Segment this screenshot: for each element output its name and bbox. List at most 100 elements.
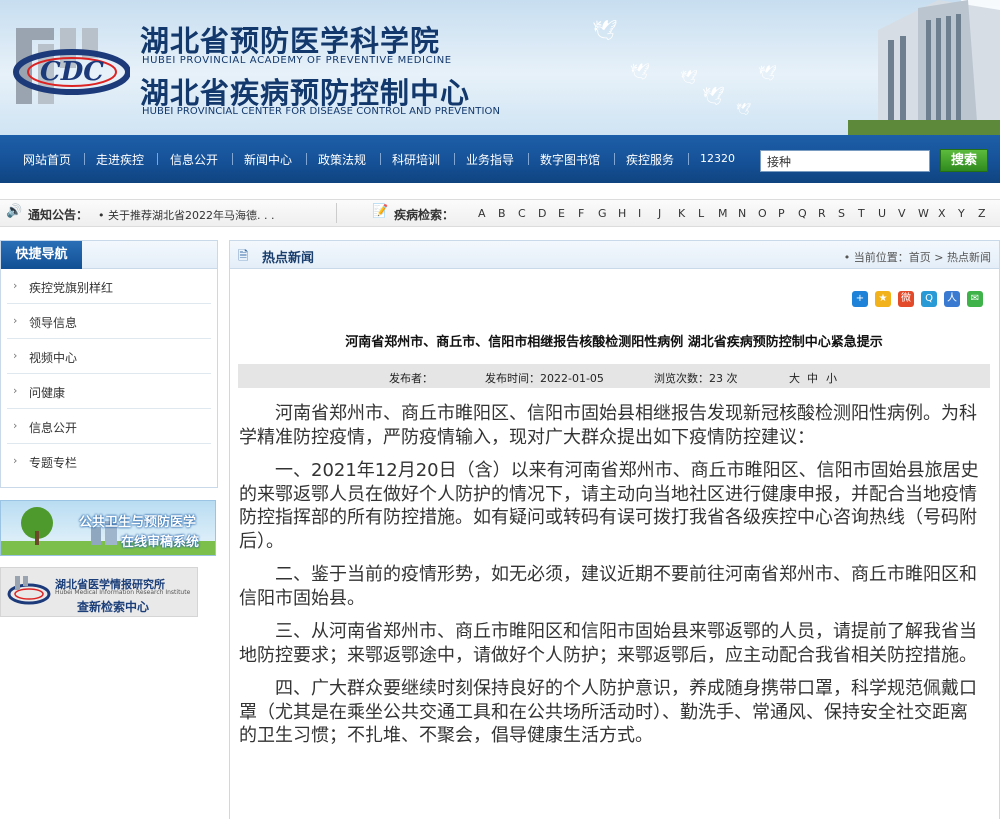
share-wechat-icon[interactable]: ✉ xyxy=(967,291,983,307)
meta-view-count: 浏览次数：23 次 xyxy=(654,372,738,385)
disease-search-label: 疾病检索： xyxy=(394,208,455,222)
letter-link[interactable]: Y xyxy=(958,207,978,220)
article-paragraph: 三、从河南省郑州市、商丘市睢阳区和信阳市固始县来鄂返鄂的人员，请提前了解我省当地… xyxy=(239,621,977,666)
nav-divider xyxy=(232,153,233,165)
nav-guidance[interactable]: 业务指导 xyxy=(466,151,514,168)
article-paragraph: 一、2021年12月20日（含）以来有河南省郑州市、商丘市睢阳区、信阳市固始县旅… xyxy=(239,460,979,552)
letter-link[interactable]: D xyxy=(538,207,558,220)
share-qzone-icon[interactable]: ★ xyxy=(875,291,891,307)
logo-text: CDC xyxy=(40,57,104,87)
dove-icon: 🕊 xyxy=(702,86,725,107)
letter-link[interactable]: A xyxy=(478,207,498,220)
letter-link[interactable]: C xyxy=(518,207,538,220)
notepad-icon: 📝 xyxy=(372,204,389,219)
document-icon: 🗎 xyxy=(238,249,249,264)
nav-home[interactable]: 网站首页 xyxy=(23,151,71,168)
chevron-right-icon: › xyxy=(13,279,18,292)
font-size-small[interactable]: 小 xyxy=(826,370,837,386)
notice-divider xyxy=(336,203,337,223)
nav-services[interactable]: 疾控服务 xyxy=(626,151,674,168)
letter-link[interactable]: R xyxy=(818,207,838,220)
letter-link[interactable]: F xyxy=(578,207,598,220)
font-size-medium[interactable]: 中 xyxy=(807,370,818,386)
letter-link[interactable]: L xyxy=(698,207,718,220)
letter-link[interactable]: G xyxy=(598,207,618,220)
sidebar-item-label: 视频中心 xyxy=(29,351,78,365)
nav-about[interactable]: 走进疾控 xyxy=(96,151,144,168)
share-tencent-icon[interactable]: Q xyxy=(921,291,937,307)
letter-link[interactable]: T xyxy=(858,207,878,220)
notice-link[interactable]: • 关于推荐湖北省2022年马海德. . . xyxy=(98,207,274,223)
nav-info-public[interactable]: 信息公开 xyxy=(170,151,218,168)
nav-12320[interactable]: 12320 xyxy=(700,152,735,165)
search-button[interactable]: 搜索 xyxy=(940,149,988,172)
letter-link[interactable]: S xyxy=(838,207,858,220)
sidebar-item-video[interactable]: › 视频中心 xyxy=(7,339,211,374)
sidebar-item-info-public[interactable]: › 信息公开 xyxy=(7,409,211,444)
institute-service: 查新检索中心 xyxy=(77,600,150,614)
speaker-icon: 🔊 xyxy=(6,204,23,219)
sidebar-item-party[interactable]: › 疾控党旗别样红 xyxy=(7,269,211,304)
title-en-cdc: HUBEI PROVINCIAL CENTER FOR DISEASE CONT… xyxy=(142,106,501,117)
quick-nav-panel: 快捷导航 › 疾控党旗别样红 › 领导信息 › 视频中心 › 问健康 › 信息公开 › 专题… xyxy=(0,240,218,488)
nav-divider xyxy=(306,153,307,165)
nav-policy[interactable]: 政策法规 xyxy=(318,151,366,168)
chevron-right-icon: › xyxy=(13,384,18,397)
article-title: 河南省郑州市、商丘市、信阳市相继报告核酸检测阳性病例 湖北省疾病预防控制中心紧急… xyxy=(345,335,883,350)
institute-name-en: Hubei Medical Information Research Insti… xyxy=(55,589,191,596)
banner-title: 公共卫生与预防医学 xyxy=(79,515,197,530)
font-size-large[interactable]: 大 xyxy=(789,370,800,386)
letter-link[interactable]: B xyxy=(498,207,518,220)
nav-divider xyxy=(84,153,85,165)
nav-digital-library[interactable]: 数字图书馆 xyxy=(540,151,600,168)
chevron-right-icon: › xyxy=(13,419,18,432)
sidebar-item-ask-health[interactable]: › 问健康 xyxy=(7,374,211,409)
letter-index: ABCDEFGHIJKLMNOPQRSTUVWXYZ xyxy=(478,207,998,220)
sidebar-item-label: 信息公开 xyxy=(29,421,78,435)
nav-news-center[interactable]: 新闻中心 xyxy=(244,151,292,168)
dove-icon: 🕊 xyxy=(736,102,752,116)
share-renren-icon[interactable]: 人 xyxy=(944,291,960,307)
letter-link[interactable]: N xyxy=(738,207,758,220)
letter-link[interactable]: E xyxy=(558,207,578,220)
chevron-right-icon: › xyxy=(13,349,18,362)
dove-icon: 🕊 xyxy=(758,64,778,82)
sidebar-item-topics[interactable]: › 专题专栏 xyxy=(7,444,211,479)
search-input[interactable] xyxy=(760,150,930,172)
article-paragraph: 二、鉴于当前的疫情形势，如无必须，建议近期不要前往河南省郑州市、商丘市睢阳区和信… xyxy=(239,564,977,609)
share-weibo-icon[interactable]: 微 xyxy=(898,291,914,307)
nav-divider xyxy=(614,153,615,165)
letter-link[interactable]: Q xyxy=(798,207,818,220)
breadcrumb[interactable]: • 当前位置：首页 > 热点新闻 xyxy=(844,249,991,265)
letter-link[interactable]: J xyxy=(658,207,678,220)
quick-nav-header: 快捷导航 xyxy=(1,241,217,269)
section-title: 热点新闻 xyxy=(262,251,315,266)
letter-link[interactable]: U xyxy=(878,207,898,220)
letter-link[interactable]: Z xyxy=(978,207,998,220)
nav-research[interactable]: 科研培训 xyxy=(392,151,440,168)
letter-link[interactable]: M xyxy=(718,207,738,220)
meta-publish-time: 发布时间：2022-01-05 xyxy=(485,372,604,385)
letter-link[interactable]: V xyxy=(898,207,918,220)
share-add-icon[interactable]: + xyxy=(852,291,868,307)
letter-link[interactable]: X xyxy=(938,207,958,220)
article-paragraph: 四、广大群众要继续时刻保持良好的个人防护意识，养成随身携带口罩，科学规范佩戴口罩… xyxy=(239,678,977,746)
sidebar-item-label: 领导信息 xyxy=(29,316,78,330)
title-cn-academy: 湖北省预防医学科学院 xyxy=(140,24,441,58)
quick-nav-title: 快捷导航 xyxy=(1,241,82,269)
letter-link[interactable]: W xyxy=(918,207,938,220)
info-institute-banner[interactable]: 湖北省医学情报研究所 Hubei Medical Information Res… xyxy=(0,567,198,617)
notice-label: 通知公告： xyxy=(28,208,89,222)
sidebar-item-label: 疾控党旗别样红 xyxy=(29,281,114,295)
sidebar-item-leaders[interactable]: › 领导信息 xyxy=(7,304,211,339)
review-system-banner[interactable]: 公共卫生与预防医学 在线审稿系统 xyxy=(0,500,216,556)
letter-link[interactable]: P xyxy=(778,207,798,220)
cdc-logo[interactable]: CDC xyxy=(10,22,130,106)
building-illustration xyxy=(848,0,1000,135)
nav-divider xyxy=(454,153,455,165)
letter-link[interactable]: K xyxy=(678,207,698,220)
news-panel-header: 🗎 热点新闻 • 当前位置：首页 > 热点新闻 xyxy=(230,241,999,269)
letter-link[interactable]: O xyxy=(758,207,778,220)
letter-link[interactable]: H xyxy=(618,207,638,220)
letter-link[interactable]: I xyxy=(638,207,658,220)
